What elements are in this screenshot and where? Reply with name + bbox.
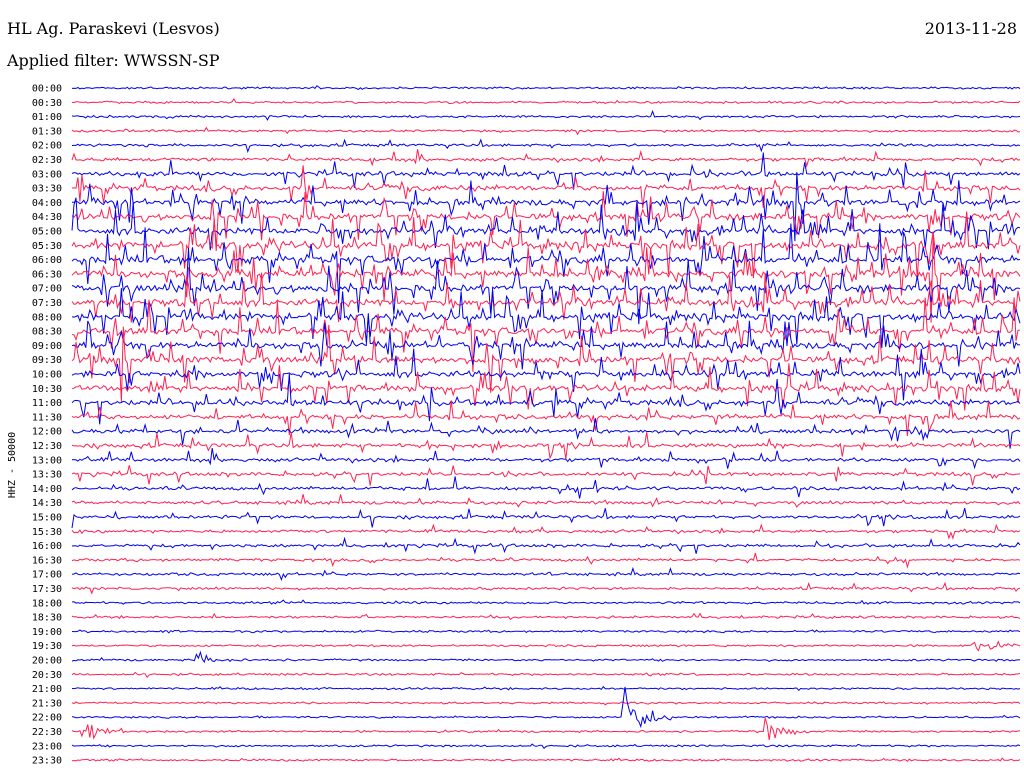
time-tick-label: 17:00	[32, 570, 62, 581]
traces-layer	[71, 85, 1021, 762]
time-tick-label: 23:00	[32, 741, 62, 752]
time-tick-label: 18:00	[32, 598, 62, 609]
trace-line	[71, 650, 1021, 664]
time-tick-label: 21:00	[32, 684, 62, 695]
trace-line	[71, 523, 1021, 540]
time-tick-label: 13:00	[32, 455, 62, 466]
y-axis-label: HHZ - 50000	[7, 432, 18, 498]
trace-line	[71, 288, 1021, 349]
time-tick-label: 01:00	[32, 112, 62, 123]
trace-line	[71, 686, 1021, 729]
time-tick-label: 23:30	[32, 756, 62, 767]
time-tick-label: 12:00	[32, 427, 62, 438]
trace-line	[71, 566, 1021, 582]
time-tick-label: 07:30	[32, 298, 62, 309]
time-tick-label: 19:30	[32, 641, 62, 652]
trace-line	[71, 629, 1021, 634]
trace-line	[71, 97, 1021, 105]
time-tick-label: 11:30	[32, 412, 62, 423]
trace-line	[71, 612, 1021, 621]
time-tick-label: 11:00	[32, 398, 62, 409]
trace-line	[71, 476, 1021, 499]
trace-line	[71, 701, 1021, 706]
time-tick-label: 10:30	[32, 384, 62, 395]
trace-line	[71, 432, 1021, 460]
trace-line	[71, 581, 1021, 595]
time-tick-label: 03:30	[32, 184, 62, 195]
trace-line	[71, 552, 1021, 569]
time-tick-label: 08:00	[32, 312, 62, 323]
time-tick-label: 05:00	[32, 227, 62, 238]
time-tick-label: 05:30	[32, 241, 62, 252]
time-tick-label: 00:30	[32, 98, 62, 109]
time-tick-label: 09:30	[32, 355, 62, 366]
trace-line	[71, 640, 1021, 652]
trace-line	[71, 507, 1021, 529]
time-tick-label: 13:30	[32, 470, 62, 481]
trace-line	[71, 211, 1021, 280]
trace-line	[71, 126, 1021, 136]
time-tick-label: 09:00	[32, 341, 62, 352]
time-tick-label: 19:00	[32, 627, 62, 638]
trace-line	[71, 138, 1021, 154]
time-tick-label: 16:30	[32, 555, 62, 566]
trace-line	[71, 109, 1021, 121]
time-tick-label: 12:30	[32, 441, 62, 452]
time-tick-label: 08:30	[32, 327, 62, 338]
trace-line	[71, 149, 1021, 169]
time-tick-label: 00:00	[32, 84, 62, 95]
trace-line	[71, 685, 1021, 692]
trace-line	[71, 599, 1021, 605]
trace-line	[71, 536, 1021, 555]
trace-line	[71, 223, 1021, 304]
time-tick-label: 02:00	[32, 141, 62, 152]
time-tick-label: 22:30	[32, 727, 62, 738]
trace-line	[71, 85, 1021, 90]
seismogram-plot: 00:00 00:30 01:00 01:30 02:00 02:30 03:00 03:30…	[7, 84, 1021, 767]
time-tick-label: 15:00	[32, 513, 62, 524]
trace-line	[71, 465, 1021, 486]
time-tick-label: 20:30	[32, 670, 62, 681]
time-tick-label: 16:00	[32, 541, 62, 552]
time-tick-label: 07:00	[32, 284, 62, 295]
time-tick-label: 06:30	[32, 269, 62, 280]
time-tick-label: 14:00	[32, 484, 62, 495]
trace-line	[71, 717, 1021, 740]
time-tick-label: 22:00	[32, 713, 62, 724]
time-tick-label: 14:30	[32, 498, 62, 509]
trace-line	[71, 494, 1021, 508]
time-tick-label: 18:30	[32, 613, 62, 624]
time-tick-label: 21:30	[32, 698, 62, 709]
trace-line	[71, 671, 1021, 679]
time-tick-label: 17:30	[32, 584, 62, 595]
trace-line	[71, 447, 1021, 470]
time-tick-label: 10:00	[32, 370, 62, 381]
time-tick-label: 04:30	[32, 212, 62, 223]
time-tick-label: 02:30	[32, 155, 62, 166]
time-tick-label: 03:00	[32, 169, 62, 180]
trace-line	[71, 743, 1021, 750]
time-tick-label: 15:30	[32, 527, 62, 538]
time-tick-label: 06:00	[32, 255, 62, 266]
trace-line	[71, 757, 1021, 762]
time-tick-label: 20:00	[32, 656, 62, 667]
tick-labels-layer: 00:00 00:30 01:00 01:30 02:00 02:30 03:00 03:30…	[32, 84, 62, 767]
time-tick-label: 04:00	[32, 198, 62, 209]
time-tick-label: 01:30	[32, 126, 62, 137]
